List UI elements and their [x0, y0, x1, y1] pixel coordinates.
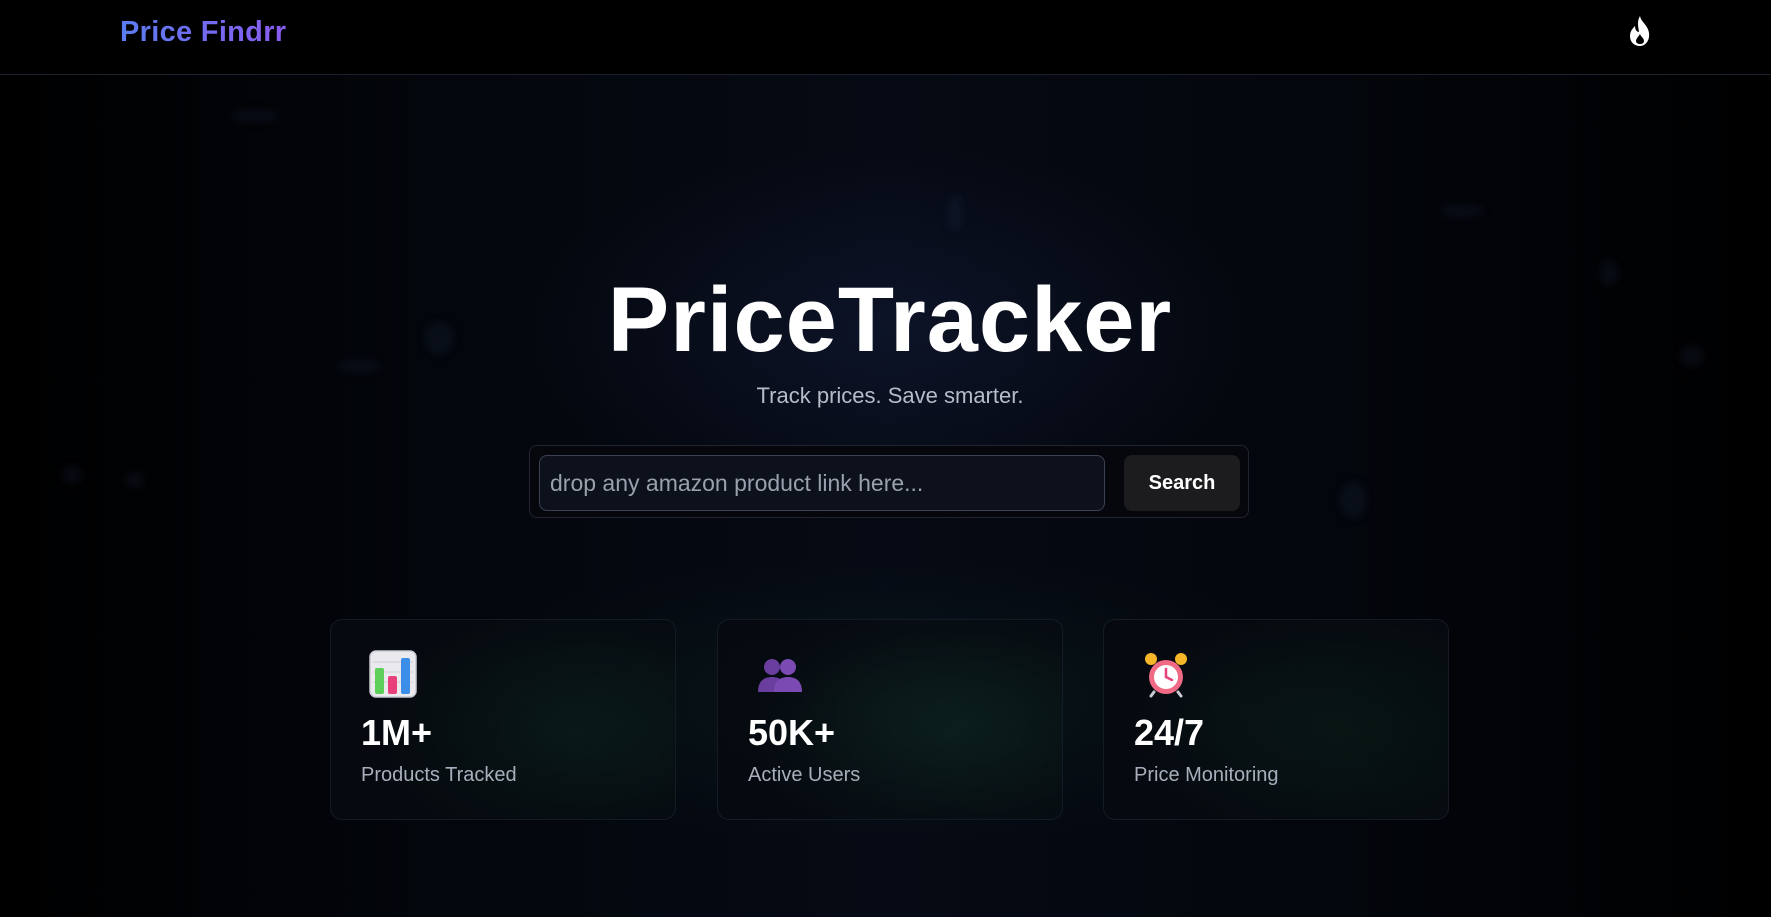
navbar: Price Findrr — [0, 0, 1771, 75]
stat-value: 24/7 — [1134, 712, 1205, 753]
stat-card-users: 50K+ Active Users — [717, 619, 1063, 820]
stat-label: Active Users — [748, 764, 861, 786]
search-bar: Search — [529, 445, 1249, 518]
flame-icon[interactable] — [1624, 14, 1656, 48]
stat-card-products: 1M+ Products Tracked — [330, 619, 676, 820]
background-blob — [62, 466, 82, 484]
users-icon — [756, 650, 804, 698]
bar-chart-icon-svg — [369, 650, 417, 698]
background-blob — [1440, 205, 1484, 217]
search-button[interactable]: Search — [1124, 455, 1240, 511]
stat-label: Products Tracked — [361, 764, 517, 786]
flame-icon-svg — [1630, 16, 1650, 46]
brand-logo[interactable]: Price Findrr — [120, 16, 286, 49]
stat-value: 1M+ — [361, 712, 433, 753]
bar-chart-icon — [369, 650, 417, 698]
background-blob — [230, 110, 280, 122]
stat-label: Price Monitoring — [1134, 764, 1279, 786]
stat-value: 50K+ — [748, 712, 836, 753]
page: Price Findrr PriceTracker Track prices. … — [0, 0, 1771, 917]
hero-title: PriceTracker — [607, 269, 1173, 371]
alarm-clock-icon-svg — [1145, 653, 1187, 698]
background-blob — [1340, 482, 1366, 518]
background-blob — [948, 195, 962, 231]
product-link-input[interactable] — [539, 455, 1105, 511]
stat-card-monitoring: 24/7 Price Monitoring — [1103, 619, 1449, 820]
alarm-clock-icon — [1142, 650, 1190, 698]
background-blob — [126, 472, 144, 488]
users-icon-svg — [758, 659, 802, 692]
hero-subtitle: Track prices. Save smarter. — [756, 383, 1024, 408]
